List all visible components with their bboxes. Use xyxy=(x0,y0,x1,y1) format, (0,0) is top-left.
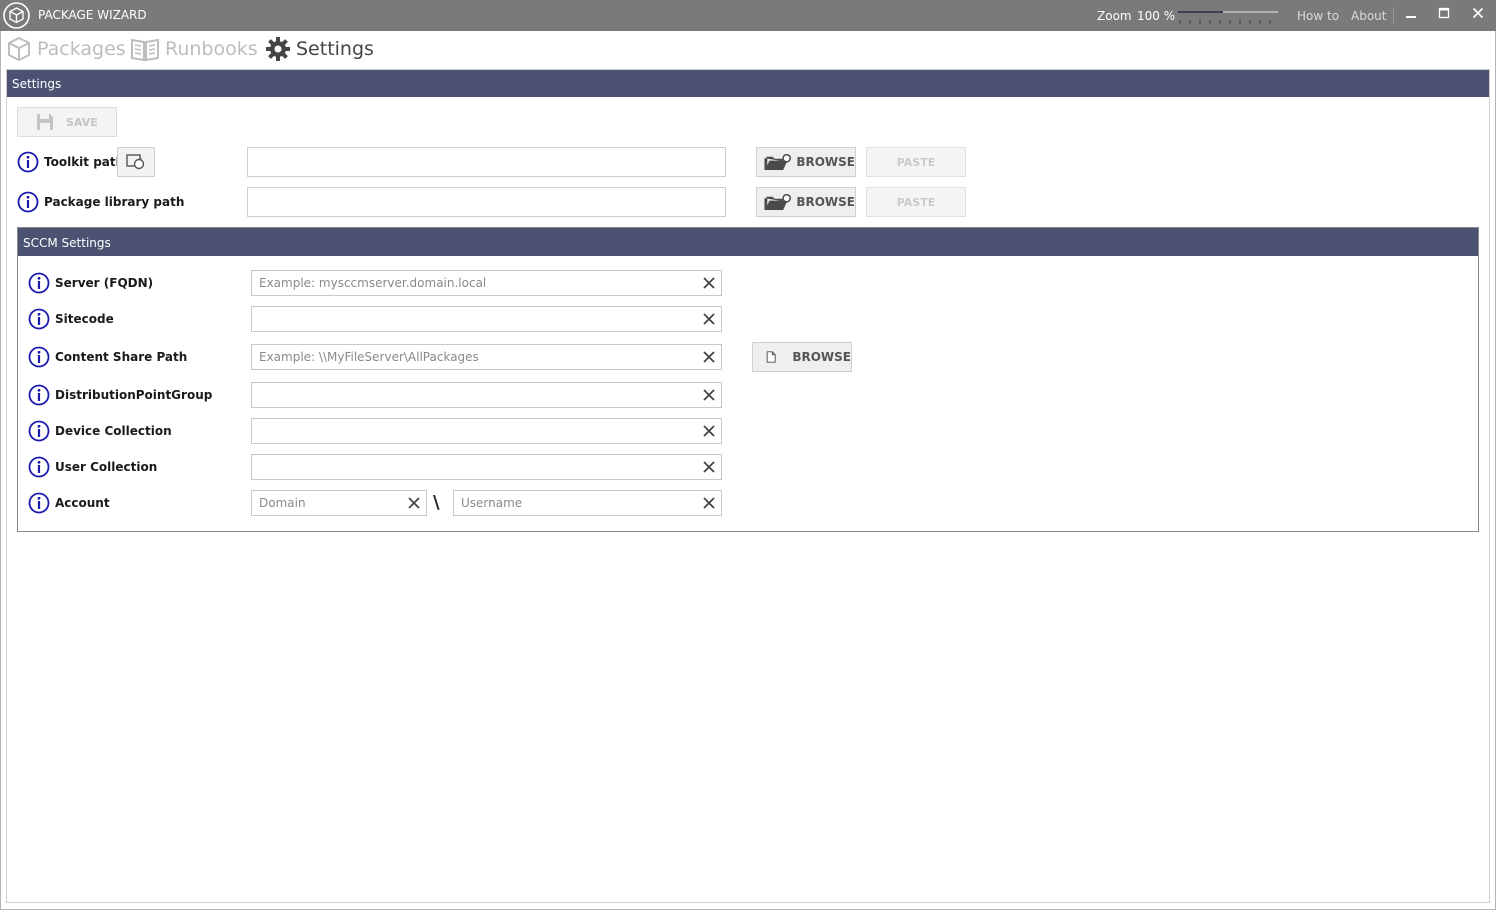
content-share-browse-button[interactable]: BROWSE xyxy=(752,342,852,372)
toolkit-paste-label: PASTE xyxy=(896,155,936,169)
close-icon xyxy=(1472,7,1484,19)
folder-search-icon xyxy=(764,193,792,211)
toolkit-path-input[interactable] xyxy=(247,147,726,177)
sccm-settings-group: SCCM Settings xyxy=(17,227,1479,532)
info-icon[interactable] xyxy=(17,151,39,173)
server-fqdn-input[interactable]: Example: mysccmserver.domain.local xyxy=(251,270,722,296)
nav-runbooks[interactable]: Runbooks xyxy=(130,36,258,62)
gear-icon xyxy=(266,37,290,61)
minimize-icon xyxy=(1406,16,1416,18)
server-fqdn-label: Server (FQDN) xyxy=(55,276,154,290)
account-username-input[interactable]: Username xyxy=(453,490,722,516)
account-label: Account xyxy=(55,496,110,510)
content-share-path-placeholder: Example: \\MyFileServer\AllPackages xyxy=(259,350,479,364)
info-icon[interactable] xyxy=(28,492,50,514)
clear-icon[interactable] xyxy=(702,460,716,474)
minimize-button[interactable] xyxy=(1400,5,1422,25)
device-collection-input[interactable] xyxy=(251,418,722,444)
package-cube-logo-icon xyxy=(3,2,30,29)
account-separator: \ xyxy=(433,492,440,513)
user-collection-label: User Collection xyxy=(55,460,158,474)
clear-icon[interactable] xyxy=(702,276,716,290)
info-icon[interactable] xyxy=(28,346,50,368)
server-fqdn-placeholder: Example: mysccmserver.domain.local xyxy=(259,276,487,290)
save-button[interactable]: SAVE xyxy=(17,107,117,137)
info-icon[interactable] xyxy=(28,272,50,294)
save-button-label: SAVE xyxy=(66,115,98,129)
user-collection-input[interactable] xyxy=(251,454,722,480)
maximize-icon xyxy=(1438,7,1450,19)
clear-icon[interactable] xyxy=(702,424,716,438)
nav-runbooks-label: Runbooks xyxy=(165,38,258,60)
settings-header: Settings xyxy=(7,70,1489,97)
content-share-path-input[interactable]: Example: \\MyFileServer\AllPackages xyxy=(251,344,722,370)
content-share-browse-label: BROWSE xyxy=(792,350,851,364)
nav-packages[interactable]: Packages xyxy=(6,36,126,62)
clear-icon[interactable] xyxy=(407,496,421,510)
device-collection-label: Device Collection xyxy=(55,424,172,438)
sccm-settings-header: SCCM Settings xyxy=(18,228,1478,256)
toolkit-paste-button[interactable]: PASTE xyxy=(866,147,966,177)
title-bar: PACKAGE WIZARD Zoom 100 % How to About xyxy=(0,0,1496,31)
distribution-point-group-input[interactable] xyxy=(251,382,722,408)
account-domain-placeholder: Domain xyxy=(259,496,306,510)
package-library-browse-button[interactable]: BROWSE xyxy=(756,187,856,217)
package-library-path-label: Package library path xyxy=(44,195,185,209)
package-library-paste-button[interactable]: PASTE xyxy=(866,187,966,217)
info-icon[interactable] xyxy=(28,308,50,330)
info-icon[interactable] xyxy=(28,456,50,478)
distribution-point-group-label: DistributionPointGroup xyxy=(55,388,213,402)
clear-icon[interactable] xyxy=(702,350,716,364)
folder-search-icon xyxy=(764,153,792,171)
floppy-disk-icon xyxy=(37,114,53,130)
clear-icon[interactable] xyxy=(702,312,716,326)
about-link[interactable]: About xyxy=(1351,9,1386,23)
zoom-label: Zoom xyxy=(1097,9,1132,23)
toolkit-browse-button[interactable]: BROWSE xyxy=(756,147,856,177)
clear-icon[interactable] xyxy=(702,388,716,402)
maximize-button[interactable] xyxy=(1433,5,1455,25)
nav-settings-label: Settings xyxy=(296,38,374,60)
info-icon[interactable] xyxy=(28,420,50,442)
sitecode-label: Sitecode xyxy=(55,312,114,326)
info-icon[interactable] xyxy=(28,384,50,406)
clear-icon[interactable] xyxy=(702,496,716,510)
content-share-path-label: Content Share Path xyxy=(55,350,188,364)
toolkit-browse-label: BROWSE xyxy=(796,155,855,169)
nav-settings[interactable]: Settings xyxy=(265,36,374,62)
toolkit-refresh-button[interactable] xyxy=(117,147,155,177)
package-library-paste-label: PASTE xyxy=(896,195,936,209)
zoom-slider[interactable] xyxy=(1178,8,1278,26)
book-icon xyxy=(131,38,159,62)
toolkit-path-label: Toolkit path xyxy=(44,155,125,169)
info-icon[interactable] xyxy=(17,191,39,213)
document-icon xyxy=(766,351,776,363)
how-to-link[interactable]: How to xyxy=(1297,9,1339,23)
title-bar-separator xyxy=(1393,7,1394,24)
package-library-path-input[interactable] xyxy=(247,187,726,217)
sitecode-input[interactable] xyxy=(251,306,722,332)
account-username-placeholder: Username xyxy=(461,496,523,510)
refresh-icon xyxy=(126,154,145,170)
window-title: PACKAGE WIZARD xyxy=(38,8,147,22)
zoom-value: 100 % xyxy=(1137,9,1176,23)
package-cube-icon xyxy=(8,36,30,62)
account-domain-input[interactable]: Domain xyxy=(251,490,427,516)
nav-packages-label: Packages xyxy=(37,38,126,60)
package-library-browse-label: BROWSE xyxy=(796,195,855,209)
close-button[interactable] xyxy=(1467,5,1489,25)
